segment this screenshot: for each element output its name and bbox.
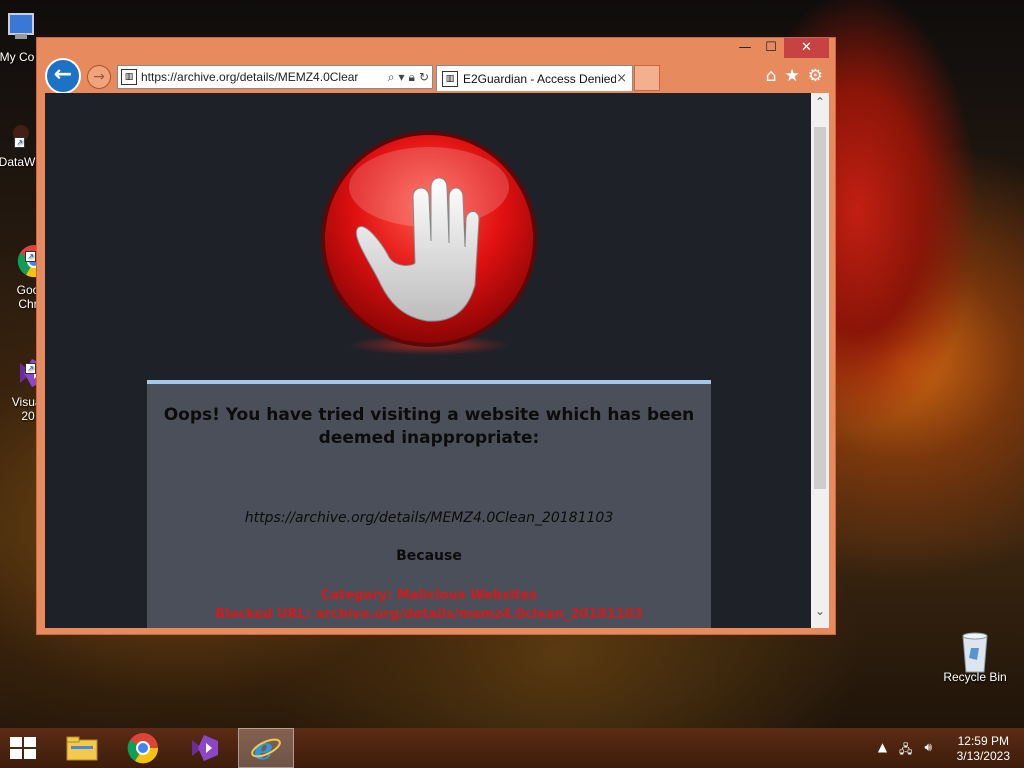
access-denied-panel: Oops! You have tried visiting a website …	[147, 380, 711, 628]
close-window-button[interactable]: ✕	[784, 38, 829, 58]
clock-date: 3/13/2023	[956, 749, 1010, 763]
tab-e2guardian[interactable]: ▥ E2Guardian - Access Denied ×	[436, 65, 633, 91]
address-bar[interactable]: ▥ https://archive.org/details/MEMZ4.0Cle…	[117, 65, 433, 89]
arrow-left-icon: ←	[53, 62, 73, 87]
back-button[interactable]: ←	[45, 58, 81, 94]
recycle-bin-icon	[957, 630, 993, 673]
desktop-icon-label: My Co	[0, 50, 35, 64]
desktop-icon-recycle-bin[interactable]: Recycle Bin	[940, 630, 1010, 684]
taskbar-internet-explorer[interactable]: e	[238, 728, 294, 768]
shortcut-arrow-icon: ↗	[25, 251, 36, 262]
archive-tab-icon: ▥	[442, 70, 458, 87]
clock-time: 12:59 PM	[957, 734, 1009, 748]
settings-gear-icon[interactable]: ⚙	[808, 66, 823, 86]
blocked-url-detail: Blocked URL: archive.org/details/memz4.0…	[215, 607, 643, 622]
network-icon[interactable]: 🖧︎	[899, 740, 912, 761]
volume-icon[interactable]: 🔊︎	[924, 740, 932, 761]
scroll-thumb[interactable]	[814, 127, 826, 489]
tab-title: E2Guardian - Access Denied	[463, 71, 617, 86]
taskbar-chrome[interactable]	[115, 728, 171, 768]
desktop-icon-label: Recycle Bin	[943, 670, 1007, 684]
browser-window: — ☐ ✕ ← → ▥ https://archive.org/details/…	[36, 37, 836, 635]
lock-icon[interactable]: 🔒︎	[409, 70, 415, 85]
close-tab-icon[interactable]: ×	[616, 71, 627, 86]
taskbar-file-explorer[interactable]	[54, 728, 110, 768]
refresh-icon[interactable]: ↻	[419, 70, 429, 85]
system-tray: ▲ 🖧︎ 🔊︎	[878, 740, 932, 761]
blocked-url-text: https://archive.org/details/MEMZ4.0Clean…	[244, 510, 614, 526]
clock[interactable]: 12:59 PM 3/13/2023	[957, 734, 1010, 764]
svg-text:e: e	[254, 732, 273, 764]
show-hidden-icons-icon[interactable]: ▲	[878, 740, 887, 761]
because-label: Because	[396, 548, 462, 564]
chrome-icon	[127, 733, 159, 764]
start-button[interactable]	[10, 737, 38, 761]
forward-button[interactable]: →	[87, 65, 111, 89]
page-content: Oops! You have tried visiting a website …	[45, 93, 811, 628]
computer-icon	[0, 10, 35, 46]
windows-logo-icon	[10, 737, 36, 759]
folder-icon	[66, 736, 98, 761]
category-text: Category: Malicious Websites	[320, 588, 538, 603]
scroll-up-icon[interactable]: ⌃	[811, 93, 829, 111]
search-icon[interactable]: ⌕	[388, 70, 395, 85]
page-title: Oops! You have tried visiting a website …	[163, 405, 695, 448]
desktop-icon-label: DataW	[0, 155, 36, 169]
shortcut-arrow-icon: ↗	[14, 137, 25, 148]
arrow-right-icon: →	[93, 69, 105, 85]
taskbar-visual-studio[interactable]	[176, 728, 232, 768]
stop-hand-icon	[321, 131, 537, 355]
visual-studio-icon	[192, 735, 218, 761]
taskbar: e ▲ 🖧︎ 🔊︎ 12:59 PM 3/13/2023	[0, 728, 1024, 768]
archive-site-icon: ▥	[121, 69, 137, 85]
address-bar-icons: ⌕ ▾ 🔒︎ ↻	[388, 70, 429, 85]
maximize-button[interactable]: ☐	[758, 38, 784, 58]
browser-toolbar-icons: ⌂ ★ ⚙	[766, 66, 823, 86]
minimize-button[interactable]: —	[732, 38, 758, 58]
address-url[interactable]: https://archive.org/details/MEMZ4.0Clear	[141, 70, 385, 84]
vertical-scrollbar[interactable]: ⌃ ⌄	[811, 93, 829, 628]
dropdown-icon[interactable]: ▾	[399, 70, 405, 85]
favorites-star-icon[interactable]: ★	[785, 66, 800, 86]
scroll-down-icon[interactable]: ⌄	[811, 602, 829, 620]
window-controls: — ☐ ✕	[732, 38, 829, 58]
home-icon[interactable]: ⌂	[766, 66, 777, 86]
internet-explorer-icon: e	[251, 732, 281, 764]
app-icon: ↗	[0, 115, 35, 151]
block-reason: Category: Malicious Websites Blocked URL…	[147, 586, 711, 624]
new-tab-button[interactable]	[634, 65, 660, 91]
shortcut-arrow-icon: ↗	[25, 363, 36, 374]
